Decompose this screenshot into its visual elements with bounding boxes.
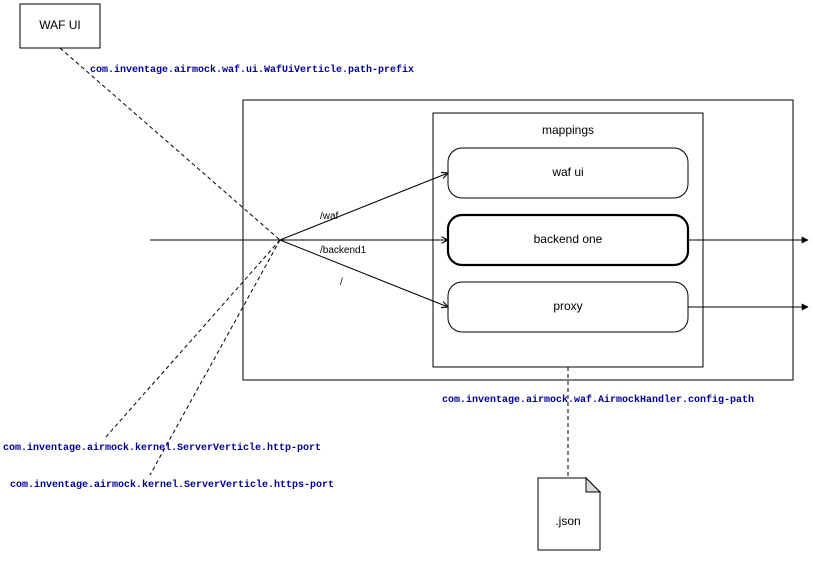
path-root-label: / [340, 277, 343, 288]
path-backend1-label: /backend1 [320, 245, 367, 256]
mappings-title: mappings [542, 123, 594, 137]
mapping-backend-one-label: backend one [534, 232, 603, 246]
json-file-label: .json [555, 514, 580, 528]
waf-ui-external-label: WAF UI [39, 18, 81, 32]
mapping-waf-ui-label: waf ui [551, 165, 583, 179]
architecture-diagram: WAF UI com.inventage.airmock.waf.ui.WafU… [0, 0, 813, 561]
prop-path-prefix: com.inventage.airmock.waf.ui.WafUiVertic… [90, 64, 414, 76]
prop-config-path: com.inventage.airmock.waf.AirmockHandler… [442, 394, 754, 406]
json-file-icon: .json [538, 478, 600, 550]
prop-https-port: com.inventage.airmock.kernel.ServerVerti… [10, 479, 334, 491]
prop-http-port: com.inventage.airmock.kernel.ServerVerti… [3, 442, 321, 454]
path-waf-label: /waf [320, 211, 339, 222]
waf-ui-external-box: WAF UI [20, 4, 100, 48]
mapping-proxy-label: proxy [553, 299, 582, 313]
